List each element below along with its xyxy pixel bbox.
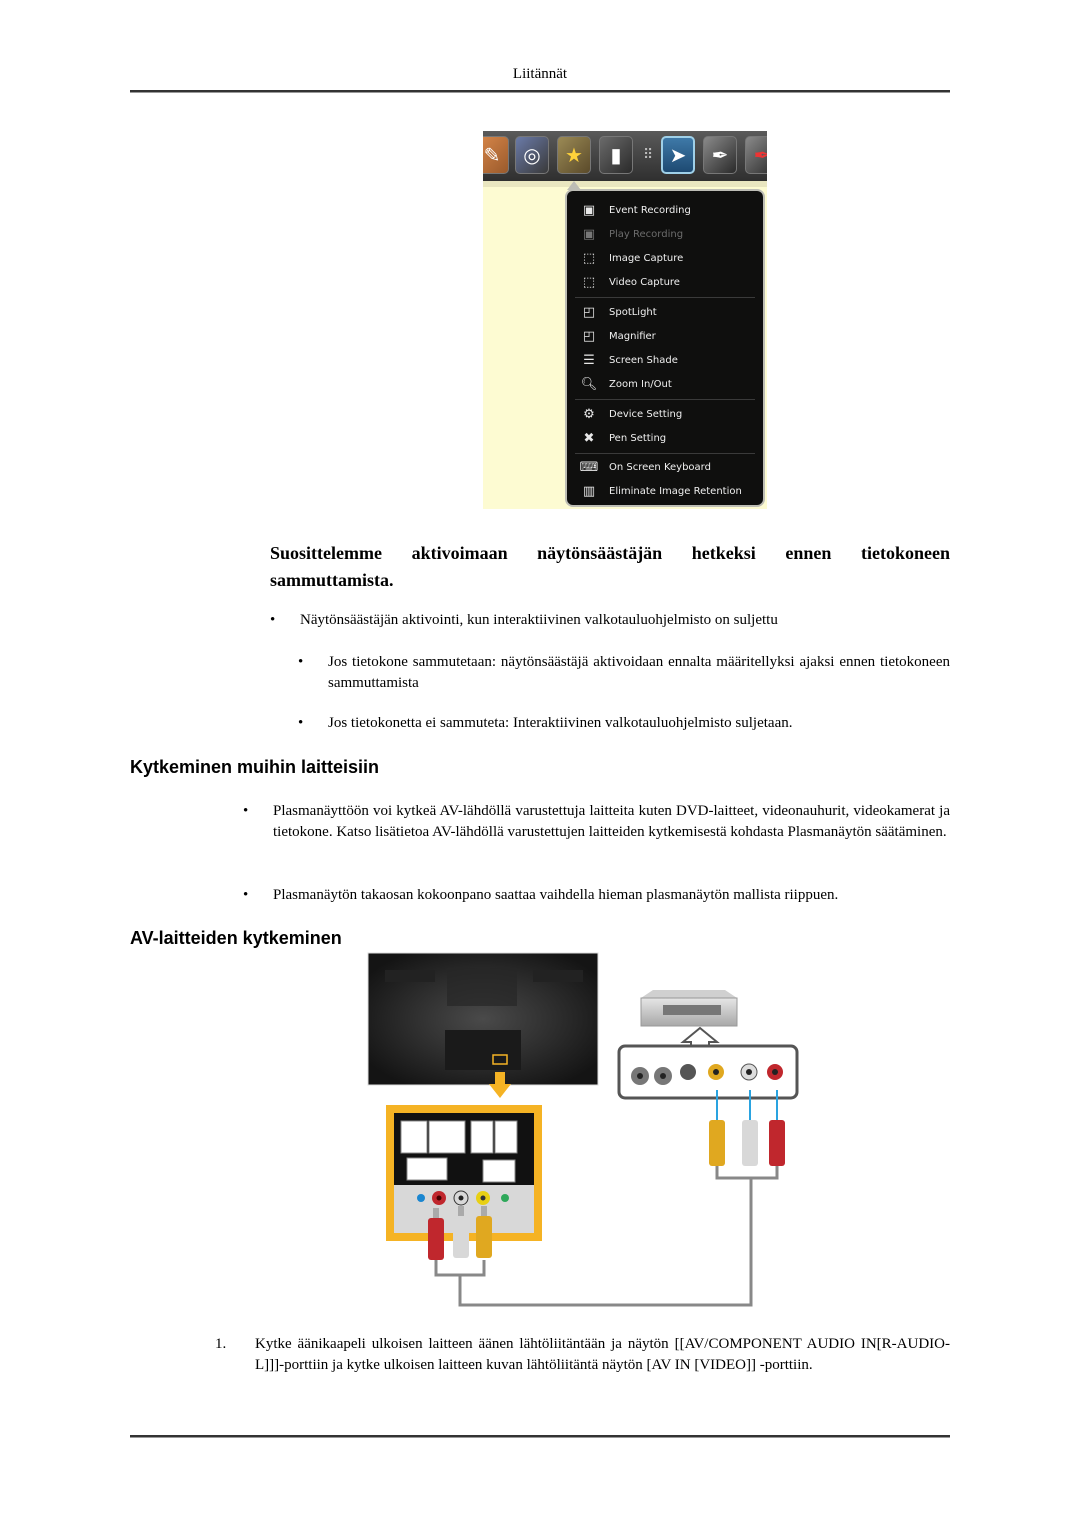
page-header-title: Liitännät bbox=[512, 66, 568, 82]
step-number: 1. bbox=[215, 1336, 227, 1352]
menu-item-spotlight[interactable]: ◰ SpotLight bbox=[579, 301, 657, 323]
device-port-panel bbox=[617, 1044, 799, 1100]
section-heading: AV-laitteiden kytkeminen bbox=[130, 928, 342, 948]
menu-item-device-setting[interactable]: ⚙ Device Setting bbox=[579, 403, 682, 425]
menu-separator bbox=[575, 453, 755, 454]
menu-item-magnifier[interactable]: ◰ Magnifier bbox=[579, 325, 656, 347]
recommendation-note: Suosittelemme aktivoimaan näytönsäästäjä… bbox=[270, 543, 950, 590]
markers-icon: ▮ bbox=[599, 136, 633, 174]
menu-item-image-capture[interactable]: ⬚ Image Capture bbox=[579, 247, 683, 269]
av-connection-diagram bbox=[367, 952, 799, 1307]
highlighter-icon: ✒ bbox=[745, 136, 767, 174]
tools-menu: ▣ Event Recording ▣ Play Recording ⬚ Image … bbox=[565, 189, 765, 507]
ruler-pencil-icon: ✎ bbox=[483, 136, 509, 174]
menu-item-zoom[interactable]: 🔍︎ Zoom In/Out bbox=[579, 373, 672, 395]
menu-item-screen-shade[interactable]: ☰ Screen Shade bbox=[579, 349, 678, 371]
camera-recorder-icon: ▣ bbox=[582, 202, 596, 218]
menu-item-event-recording[interactable]: ▣ Event Recording bbox=[579, 199, 691, 221]
bullet-dot: • bbox=[243, 803, 249, 819]
step-list: 1. Kytke äänikaapeli ulkoisen laitteen ä… bbox=[215, 1334, 950, 1376]
menu-item-play-recording[interactable]: ▣ Play Recording bbox=[579, 223, 683, 245]
pointer-arrow-icon: ➤ bbox=[661, 136, 695, 174]
menu-item-video-capture[interactable]: ⬚ Video Capture bbox=[579, 271, 680, 293]
step-item: 1. Kytke äänikaapeli ulkoisen laitteen ä… bbox=[215, 1334, 950, 1376]
tv-rear-panel bbox=[367, 952, 599, 1086]
video-capture-icon: ⬚ bbox=[582, 274, 596, 290]
menu-screenshot: ✎ ◎ ★ ▮ ⠿ ➤ ✒ ✒ ▣ Event Recording ▣ Play R… bbox=[483, 131, 767, 509]
zoom-icon: 🔍︎ bbox=[580, 376, 598, 392]
star-wand-icon: ★ bbox=[557, 136, 591, 174]
media-tools-icon: ◎ bbox=[515, 136, 549, 174]
image-retention-icon: ▥ bbox=[582, 483, 596, 499]
header-divider bbox=[130, 90, 950, 93]
toolbar: ✎ ◎ ★ ▮ ⠿ ➤ ✒ ✒ bbox=[483, 131, 767, 181]
spotlight-icon: ◰ bbox=[582, 304, 596, 320]
step-text: Kytke äänikaapeli ulkoisen laitteen ääne… bbox=[255, 1336, 950, 1373]
keyboard-icon: ⌨ bbox=[579, 459, 599, 475]
tools-icon: ✖ bbox=[583, 430, 595, 446]
device-side-plugs bbox=[709, 1090, 785, 1166]
menu-separator bbox=[575, 399, 755, 400]
bullet-dot: • bbox=[270, 612, 276, 628]
magnifier-icon: ◰ bbox=[582, 328, 596, 344]
tv-side-plugs bbox=[428, 1206, 492, 1260]
menu-item-eliminate-image-retention[interactable]: ▥ Eliminate Image Retention bbox=[579, 480, 742, 502]
bullet-dot: • bbox=[298, 715, 304, 731]
pen-icon: ✒ bbox=[703, 136, 737, 174]
footer-divider bbox=[130, 1435, 950, 1438]
menu-item-pen-setting[interactable]: ✖ Pen Setting bbox=[579, 427, 667, 449]
dvd-player bbox=[640, 990, 738, 1027]
gear-icon: ⚙ bbox=[583, 406, 595, 422]
camera-play-icon: ▣ bbox=[582, 226, 596, 242]
image-capture-icon: ⬚ bbox=[582, 250, 596, 266]
menu-separator bbox=[575, 297, 755, 298]
section-heading: Kytkeminen muihin laitteisiin bbox=[130, 757, 380, 777]
toolbar-bottom-strip bbox=[483, 181, 767, 187]
bullet-dot: • bbox=[298, 654, 304, 670]
bullet-dot: • bbox=[243, 887, 249, 903]
menu-item-on-screen-keyboard[interactable]: ⌨ On Screen Keyboard bbox=[579, 456, 711, 478]
screen-shade-icon: ☰ bbox=[583, 352, 595, 368]
grip-icon: ⠿ bbox=[643, 147, 654, 163]
